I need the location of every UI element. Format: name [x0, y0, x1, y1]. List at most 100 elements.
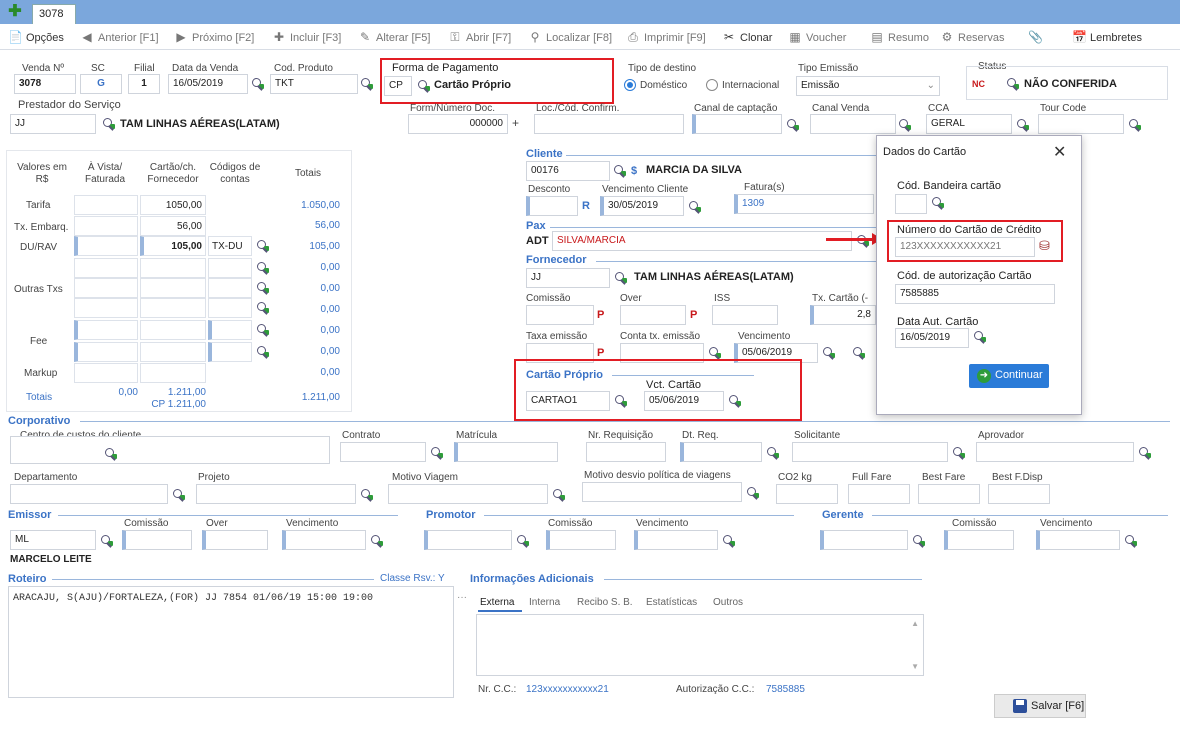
search-icon[interactable]	[613, 164, 627, 178]
domestico-radio[interactable]	[624, 79, 636, 91]
motivo-desvio-field[interactable]	[582, 482, 742, 502]
fee1-cartao[interactable]	[140, 320, 206, 340]
card-reader-icon[interactable]: ⛁	[1039, 238, 1050, 254]
search-icon[interactable]	[417, 79, 431, 93]
promotor-venc-field[interactable]	[634, 530, 718, 550]
scroll-down-icon[interactable]: ▼	[911, 662, 919, 671]
ot3-cartao[interactable]	[140, 298, 206, 318]
search-icon[interactable]	[1124, 534, 1138, 548]
clonar-button[interactable]: ✂ Clonar	[722, 30, 772, 44]
search-icon[interactable]	[516, 534, 530, 548]
sc-field[interactable]: G	[80, 74, 122, 94]
emissor-comissao-field[interactable]	[122, 530, 192, 550]
search-icon[interactable]	[256, 323, 270, 337]
anterior-button[interactable]: ◀ Anterior [F1]	[80, 30, 158, 44]
markup-vista[interactable]	[74, 363, 138, 383]
search-icon[interactable]	[360, 488, 374, 502]
cartao-code-field[interactable]: CARTAO1	[526, 391, 610, 411]
venda-field[interactable]: 3078	[14, 74, 76, 94]
resumo-button[interactable]: ▤ Resumo	[870, 30, 929, 44]
nr-requisicao-field[interactable]	[586, 442, 666, 462]
co2-field[interactable]	[776, 484, 838, 504]
internacional-radio[interactable]	[706, 79, 718, 91]
promotor-code[interactable]	[424, 530, 512, 550]
search-icon[interactable]	[822, 346, 836, 360]
search-icon[interactable]	[256, 239, 270, 253]
search-icon[interactable]	[256, 261, 270, 275]
data-venda-field[interactable]: 16/05/2019	[168, 74, 248, 94]
solicitante-field[interactable]	[792, 442, 948, 462]
emissor-over-field[interactable]	[202, 530, 268, 550]
search-icon[interactable]	[102, 117, 116, 131]
search-icon[interactable]	[708, 346, 722, 360]
r-button[interactable]: R	[582, 200, 590, 212]
ot1-code[interactable]	[208, 258, 252, 278]
loc-field[interactable]	[534, 114, 684, 134]
tarifa-vista[interactable]	[74, 195, 138, 215]
search-icon[interactable]	[722, 534, 736, 548]
emissor-code[interactable]: ML	[10, 530, 96, 550]
pax-name-field[interactable]: SILVA/MARCIA	[552, 231, 852, 251]
autorizacao-field[interactable]: 7585885	[895, 284, 1055, 304]
search-icon[interactable]	[370, 534, 384, 548]
search-icon[interactable]	[614, 271, 628, 285]
alterar-button[interactable]: ✎ Alterar [F5]	[358, 30, 430, 44]
search-icon[interactable]	[912, 534, 926, 548]
ot1-cartao[interactable]	[140, 258, 206, 278]
search-icon[interactable]	[1128, 118, 1142, 132]
search-icon[interactable]	[728, 394, 742, 408]
faturas-field[interactable]: 1309	[734, 194, 874, 214]
emissor-venc-field[interactable]	[282, 530, 366, 550]
fornecedor-code[interactable]: JJ	[526, 268, 610, 288]
data-aut-field[interactable]: 16/05/2019	[895, 328, 969, 348]
vencimento-cliente-field[interactable]: 30/05/2019	[600, 196, 684, 216]
departamento-field[interactable]	[10, 484, 168, 504]
search-icon[interactable]	[256, 345, 270, 359]
lembretes-button[interactable]: 📅 Lembretes	[1072, 30, 1142, 44]
fee2-cartao[interactable]	[140, 342, 206, 362]
voucher-button[interactable]: ▦ Voucher	[788, 30, 846, 44]
tab-recibo[interactable]: Recibo S. B.	[577, 597, 633, 608]
search-icon[interactable]	[746, 486, 760, 500]
search-icon[interactable]	[430, 446, 444, 460]
search-icon[interactable]	[172, 488, 186, 502]
full-fare-field[interactable]	[848, 484, 910, 504]
search-icon[interactable]	[952, 446, 966, 460]
tab-interna[interactable]: Interna	[529, 597, 560, 608]
search-icon[interactable]	[1138, 446, 1152, 460]
salvar-button[interactable]: Salvar [F6]	[994, 694, 1086, 718]
fee1-code[interactable]	[208, 320, 252, 340]
tarifa-cartao[interactable]: 1050,00	[140, 195, 206, 215]
tipo-emissao-select[interactable]: Emissão ⌄	[796, 76, 940, 96]
continuar-button[interactable]: ➜ Continuar	[969, 364, 1049, 388]
more-icon[interactable]: ···	[457, 592, 467, 603]
vct-cartao-field[interactable]: 05/06/2019	[644, 391, 724, 411]
du-cartao[interactable]: 105,00	[140, 236, 206, 256]
search-icon[interactable]	[251, 77, 265, 91]
centro-custos-field[interactable]	[10, 436, 330, 464]
fee1-vista[interactable]	[74, 320, 138, 340]
search-icon[interactable]	[360, 77, 374, 91]
search-icon[interactable]	[552, 488, 566, 502]
add-tab-icon[interactable]: ✚	[6, 4, 24, 20]
scroll-up-icon[interactable]: ▲	[911, 619, 919, 628]
forma-pagamento-code[interactable]: CP	[384, 76, 412, 96]
gerente-comissao-field[interactable]	[944, 530, 1014, 550]
imprimir-button[interactable]: ⎙ Imprimir [F9]	[626, 30, 706, 45]
search-icon[interactable]	[100, 534, 114, 548]
search-icon[interactable]	[614, 394, 628, 408]
tab-outros[interactable]: Outros	[713, 597, 743, 608]
dollar-icon[interactable]: $	[631, 165, 637, 177]
search-icon[interactable]	[256, 281, 270, 295]
tour-code-field[interactable]	[1038, 114, 1124, 134]
search-icon[interactable]	[766, 446, 780, 460]
comissao-field[interactable]	[526, 305, 594, 325]
gerente-venc-field[interactable]	[1036, 530, 1120, 550]
fee2-vista[interactable]	[74, 342, 138, 362]
proximo-button[interactable]: ▶ Próximo [F2]	[174, 30, 254, 44]
canal-captacao-field[interactable]	[692, 114, 782, 134]
iss-field[interactable]	[712, 305, 778, 325]
search-icon[interactable]	[931, 196, 945, 210]
roteiro-textarea[interactable]: ARACAJU, S(AJU)/FORTALEZA,(FOR) JJ 7854 …	[8, 586, 454, 698]
abrir-button[interactable]: ⚿ Abrir [F7]	[448, 30, 511, 45]
